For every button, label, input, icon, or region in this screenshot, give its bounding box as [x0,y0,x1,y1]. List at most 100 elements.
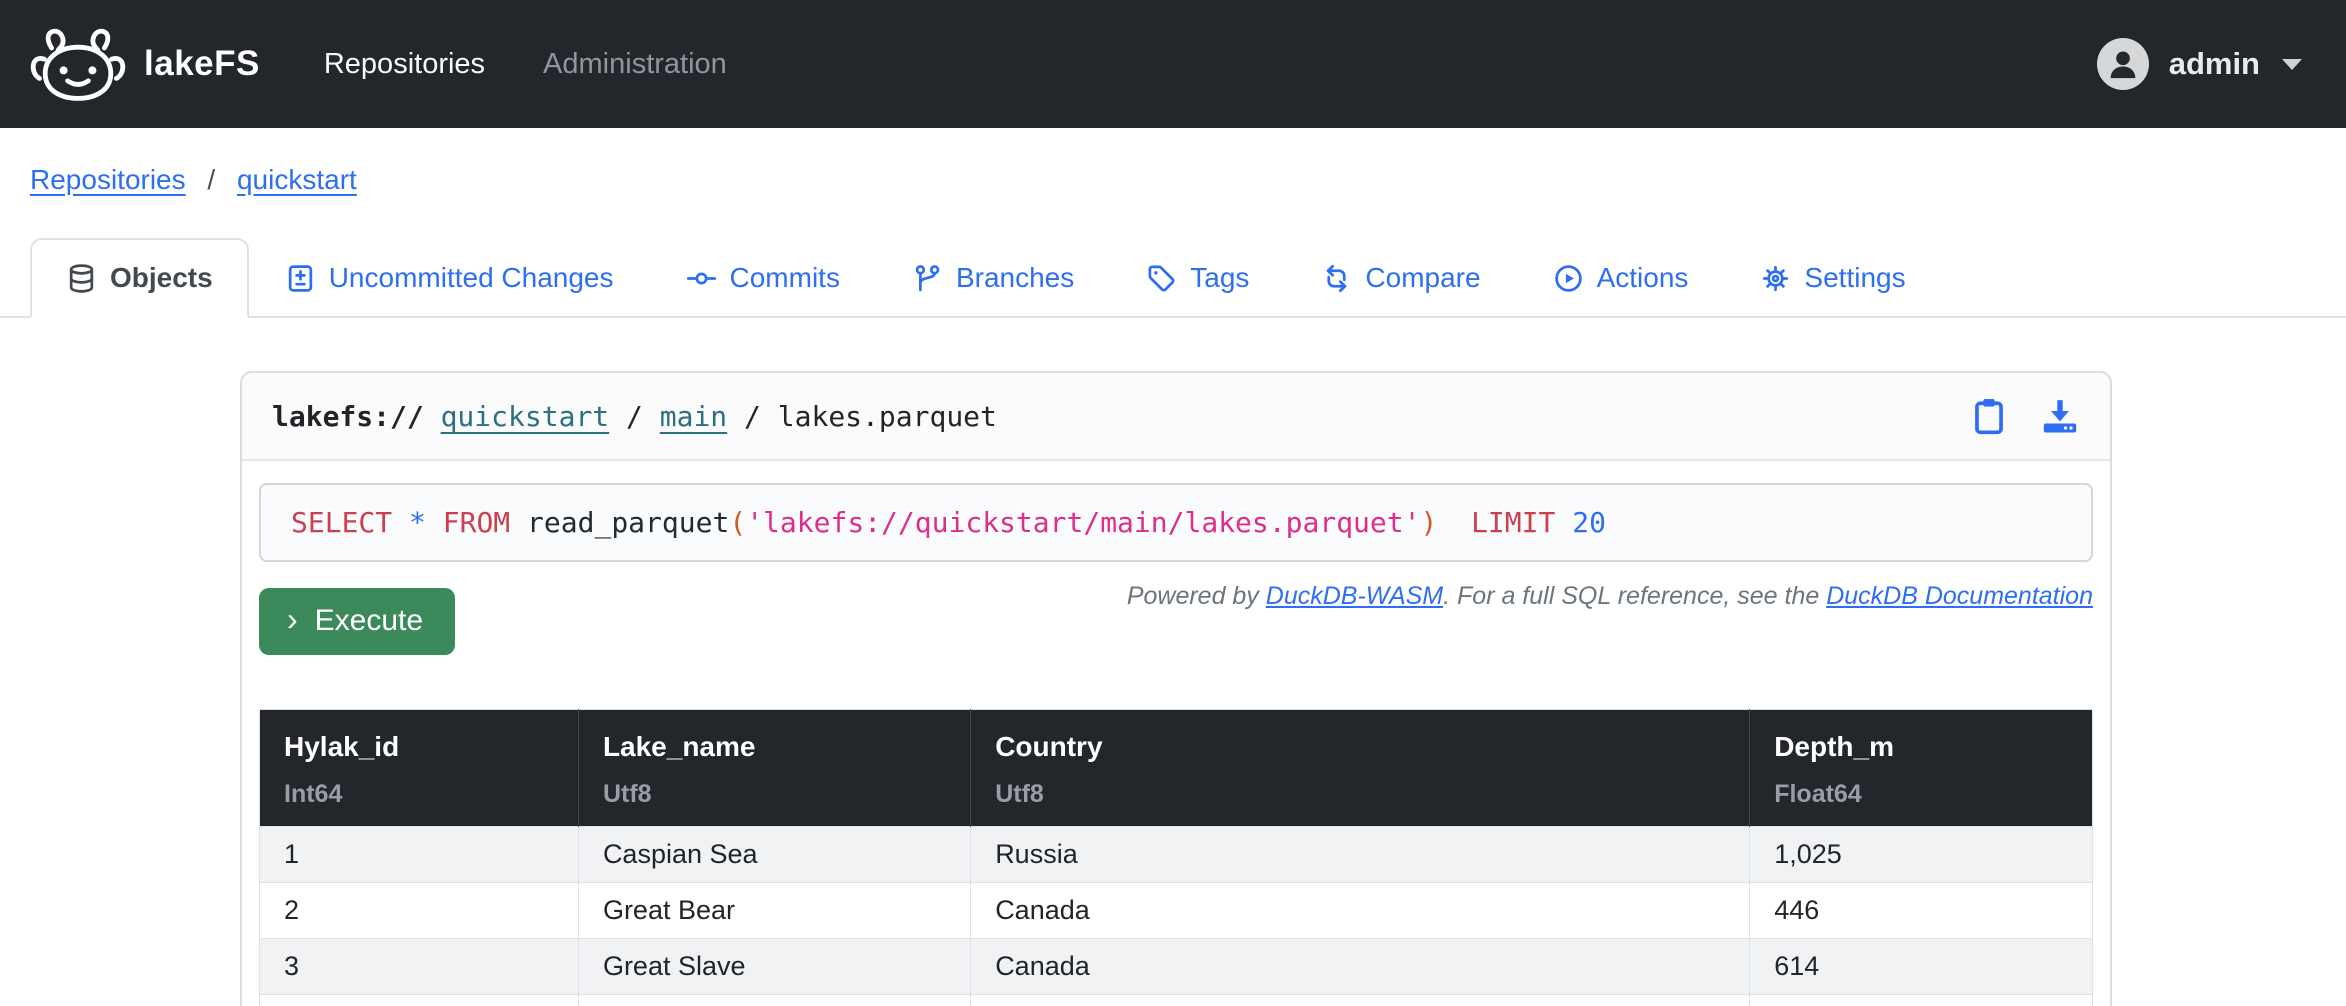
column-name: Lake_name [603,731,946,763]
sql-token: ) [1420,506,1437,539]
breadcrumb-repo-link[interactable]: quickstart [237,164,357,195]
column-header-depth_m: Depth_m Float64 [1750,710,2093,827]
user-avatar [2097,38,2149,90]
column-name: Depth_m [1774,731,2068,763]
tab-label: Settings [1804,262,1905,294]
tab-actions[interactable]: Actions [1517,238,1725,318]
user-name: admin [2169,46,2260,82]
cell: 1,025 [1750,827,2093,883]
cell: 614 [1750,939,2093,995]
tab-commits[interactable]: Commits [650,238,876,318]
user-menu[interactable]: admin [2097,38,2302,90]
copy-path-button[interactable] [1972,396,2006,436]
tab-label: Objects [110,262,213,294]
lakefs-axolotl-logo [26,19,130,109]
lakefs-home-link[interactable]: lakeFS [26,19,260,109]
table-row: 4WinnipegCanada36 [260,995,2093,1006]
column-header-hylak_id: Hylak_id Int64 [260,710,579,827]
column-type: Float64 [1774,780,2068,809]
sql-token: FROM [443,506,510,539]
nav-link-administration[interactable]: Administration [543,48,727,81]
table-row: 3Great SlaveCanada614 [260,939,2093,995]
execute-button[interactable]: › Execute [259,588,455,655]
compare-icon [1321,263,1352,294]
database-icon [66,263,97,294]
powered-by-middle: . For a full SQL reference, see the [1443,582,1826,610]
execute-button-label: Execute [315,604,423,638]
cell: Great Bear [578,883,970,939]
object-path-header: lakefs:// quickstart / main / lakes.parq… [242,373,2110,461]
cell: Caspian Sea [578,827,970,883]
cell: Canada [971,995,1750,1006]
sql-token [426,506,443,539]
top-navbar: lakeFS Repositories Administration admin [0,0,2346,128]
sql-token [1437,506,1471,539]
tab-branches[interactable]: Branches [876,238,1110,318]
cell: 1 [260,827,579,883]
results-header-row: Hylak_id Int64 Lake_name Utf8 Country Utf8 Dep… [260,710,2093,827]
sql-token: SELECT [291,506,392,539]
path-separator: / [626,400,643,433]
sql-token [392,506,409,539]
table-row: 1Caspian SeaRussia1,025 [260,827,2093,883]
cell: Canada [971,883,1750,939]
play-circle-icon [1553,263,1584,294]
results-table: Hylak_id Int64 Lake_name Utf8 Country Utf8 Dep… [259,709,2093,1006]
column-header-lake_name: Lake_name Utf8 [578,710,970,827]
column-name: Country [995,731,1725,763]
tab-settings[interactable]: Settings [1724,238,1941,318]
sql-token: ( [729,506,746,539]
sql-token: LIMIT [1471,506,1555,539]
column-type: Utf8 [603,780,946,809]
cell: 36 [1750,995,2093,1006]
breadcrumb: Repositories / quickstart [30,164,2346,196]
tab-label: Tags [1190,262,1249,294]
tab-label: Actions [1597,262,1689,294]
sql-token: 20 [1572,506,1606,539]
cell: Winnipeg [578,995,970,1006]
path-ref-link[interactable]: main [660,400,727,433]
sql-token: read_parquet [510,506,729,539]
table-row: 2Great BearCanada446 [260,883,2093,939]
path-scheme: lakefs:// [272,400,424,433]
tab-objects[interactable]: Objects [30,238,249,318]
duckdb-wasm-link[interactable]: DuckDB-WASM [1266,582,1443,610]
tab-compare[interactable]: Compare [1285,238,1516,318]
chevron-right-icon: › [287,603,298,635]
repo-tabs: Objects Uncommitted ChangesCommitsBranche… [0,238,2346,318]
sql-token: 'lakefs://quickstart/main/lakes.parquet' [746,506,1420,539]
tab-tags[interactable]: Tags [1110,238,1285,318]
object-header-actions [1972,396,2080,436]
brand-name: lakeFS [144,44,260,84]
powered-by-note: Powered by DuckDB-WASM. For a full SQL r… [1127,582,2093,611]
download-object-button[interactable] [2040,396,2080,436]
cell: 2 [260,883,579,939]
breadcrumb-repositories-link[interactable]: Repositories [30,164,186,195]
commit-icon [686,263,717,294]
column-header-country: Country Utf8 [971,710,1750,827]
copy-icon [1972,396,2006,436]
column-type: Int64 [284,780,554,809]
cell: Great Slave [578,939,970,995]
gear-icon [1760,263,1791,294]
file-diff-icon [285,263,316,294]
sql-token [1555,506,1572,539]
sql-token: * [409,506,426,539]
tab-label: Compare [1365,262,1480,294]
column-type: Utf8 [995,780,1725,809]
duckdb-docs-link[interactable]: DuckDB Documentation [1826,582,2093,610]
tab-uncommitted-changes[interactable]: Uncommitted Changes [249,238,650,318]
download-icon [2040,396,2080,436]
cell: 446 [1750,883,2093,939]
object-viewer-card: lakefs:// quickstart / main / lakes.parq… [240,371,2112,1006]
column-name: Hylak_id [284,731,554,763]
sql-editor[interactable]: SELECT * FROM read_parquet('lakefs://qui… [259,483,2093,562]
path-separator-2: / [744,400,761,433]
query-results: Hylak_id Int64 Lake_name Utf8 Country Utf8 Dep… [259,709,2093,1006]
navbar-links: Repositories Administration [324,48,727,81]
person-icon [2103,44,2143,84]
breadcrumb-separator: / [207,164,215,195]
cell: Canada [971,939,1750,995]
nav-link-repositories[interactable]: Repositories [324,48,485,81]
path-repo-link[interactable]: quickstart [441,400,610,433]
